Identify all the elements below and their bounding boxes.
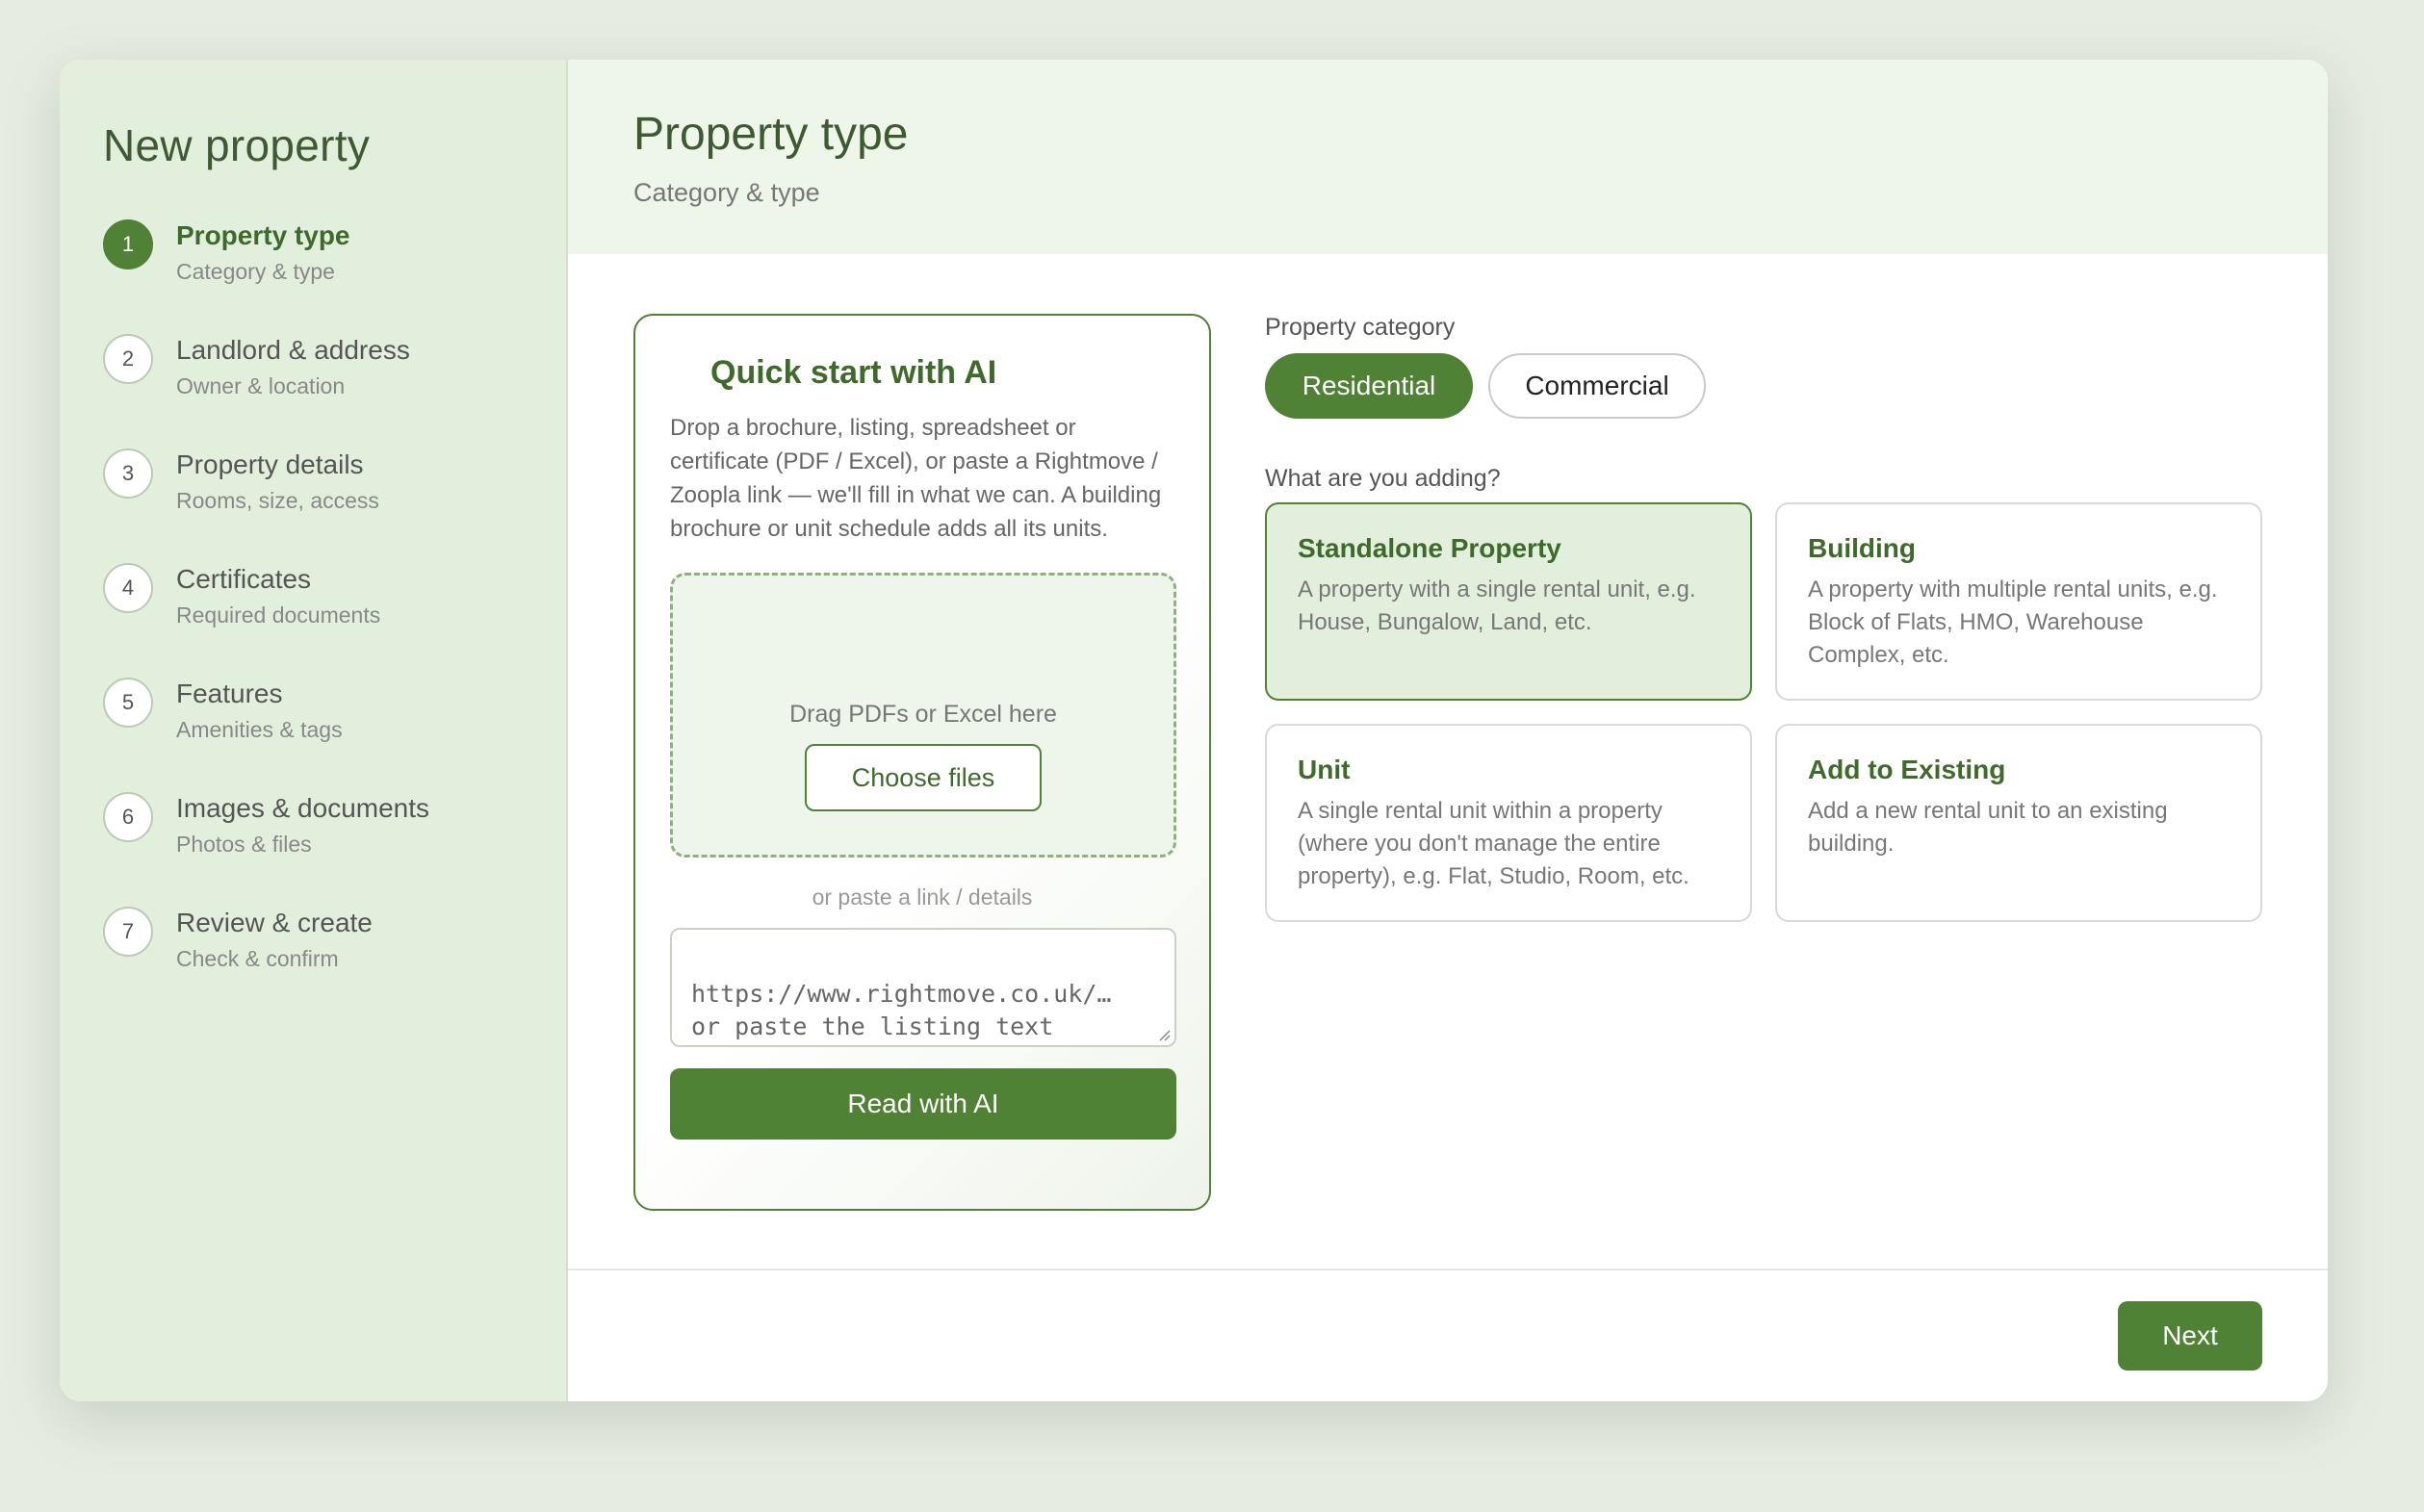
step-number: 5: [103, 678, 153, 728]
category-residential-pill[interactable]: Residential: [1265, 353, 1473, 419]
step-sublabel: Category & type: [176, 259, 335, 284]
step-certificates[interactable]: 4 Certificates Required documents: [103, 561, 566, 676]
step-label: Landlord & address: [176, 335, 410, 365]
option-add-to-existing[interactable]: Add to Existing Add a new rental unit to…: [1775, 724, 2262, 922]
option-description: Add a new rental unit to an existing bui…: [1808, 798, 2168, 857]
option-description: A property with multiple rental units, e…: [1808, 577, 2218, 668]
option-title: Standalone Property: [1298, 533, 1561, 563]
step-property-type[interactable]: 1 Property type Category & type: [103, 218, 566, 332]
main-panel: Property type Category & type Quick star…: [568, 60, 2328, 1401]
step-sublabel: Amenities & tags: [176, 717, 343, 742]
step-property-details[interactable]: 3 Property details Rooms, size, access: [103, 447, 566, 561]
step-review-create[interactable]: 7 Review & create Check & confirm: [103, 905, 566, 1019]
option-description: A property with a single rental unit, e.…: [1298, 577, 1696, 635]
step-label: Property details: [176, 449, 364, 479]
property-options: Property category Residential Commercial…: [1265, 314, 2266, 922]
link-input-placeholder: https://www.rightmove.co.uk/… or paste t…: [691, 980, 1112, 1040]
wizard-footer: Next: [568, 1269, 2328, 1401]
ai-quick-start-card: Quick start with AI Drop a brochure, lis…: [633, 314, 1211, 1211]
step-label: Certificates: [176, 564, 312, 594]
dropzone-text: Drag PDFs or Excel here: [789, 701, 1057, 728]
choose-files-button[interactable]: Choose files: [805, 744, 1042, 811]
resize-grip-icon[interactable]: [1157, 1028, 1171, 1041]
page-title: Property type: [633, 109, 909, 160]
step-images-documents[interactable]: 6 Images & documents Photos & files: [103, 790, 566, 905]
sidebar: New property 1 Property type Category & …: [60, 60, 568, 1401]
step-sublabel: Check & confirm: [176, 946, 339, 971]
read-with-ai-button[interactable]: Read with AI: [670, 1068, 1176, 1140]
option-title: Unit: [1298, 755, 1351, 784]
step-label: Review & create: [176, 908, 373, 937]
step-sublabel: Rooms, size, access: [176, 488, 379, 513]
category-label: Property category: [1265, 314, 1456, 341]
option-unit[interactable]: Unit A single rental unit within a prope…: [1265, 724, 1752, 922]
wizard-window: New property 1 Property type Category & …: [60, 60, 2328, 1401]
category-commercial-pill[interactable]: Commercial: [1488, 353, 1706, 419]
content-area: Quick start with AI Drop a brochure, lis…: [568, 254, 2328, 1401]
page-subtitle: Category & type: [633, 178, 820, 207]
option-description: A single rental unit within a property (…: [1298, 798, 1689, 889]
file-dropzone[interactable]: Drag PDFs or Excel here Choose files: [670, 573, 1176, 858]
adding-label: What are you adding?: [1265, 465, 1501, 492]
ai-card-description: Drop a brochure, listing, spreadsheet or…: [670, 415, 1162, 542]
sidebar-title: New property: [103, 120, 371, 170]
step-landlord-address[interactable]: 2 Landlord & address Owner & location: [103, 332, 566, 447]
option-title: Add to Existing: [1808, 755, 2006, 784]
step-sublabel: Owner & location: [176, 373, 346, 398]
or-paste-label: or paste a link / details: [812, 884, 1033, 910]
property-type-grid: Standalone Property A property with a si…: [1265, 502, 2266, 922]
option-standalone-property[interactable]: Standalone Property A property with a si…: [1265, 502, 1752, 701]
step-number: 3: [103, 448, 153, 499]
step-label: Features: [176, 679, 283, 708]
step-sublabel: Required documents: [176, 602, 381, 628]
option-title: Building: [1808, 533, 1916, 563]
step-sublabel: Photos & files: [176, 832, 312, 857]
step-number: 2: [103, 334, 153, 384]
link-details-input[interactable]: https://www.rightmove.co.uk/… or paste t…: [670, 928, 1176, 1047]
step-number: 4: [103, 563, 153, 613]
ai-card-title: Quick start with AI: [710, 354, 997, 391]
step-label: Property type: [176, 220, 350, 250]
step-number: 6: [103, 792, 153, 842]
step-label: Images & documents: [176, 793, 430, 823]
category-toggle: Residential Commercial: [1265, 353, 2266, 419]
step-features[interactable]: 5 Features Amenities & tags: [103, 676, 566, 790]
next-button[interactable]: Next: [2118, 1301, 2262, 1371]
page-header: Property type Category & type: [568, 60, 2328, 254]
step-number: 1: [103, 219, 153, 269]
option-building[interactable]: Building A property with multiple rental…: [1775, 502, 2262, 701]
step-number: 7: [103, 907, 153, 957]
